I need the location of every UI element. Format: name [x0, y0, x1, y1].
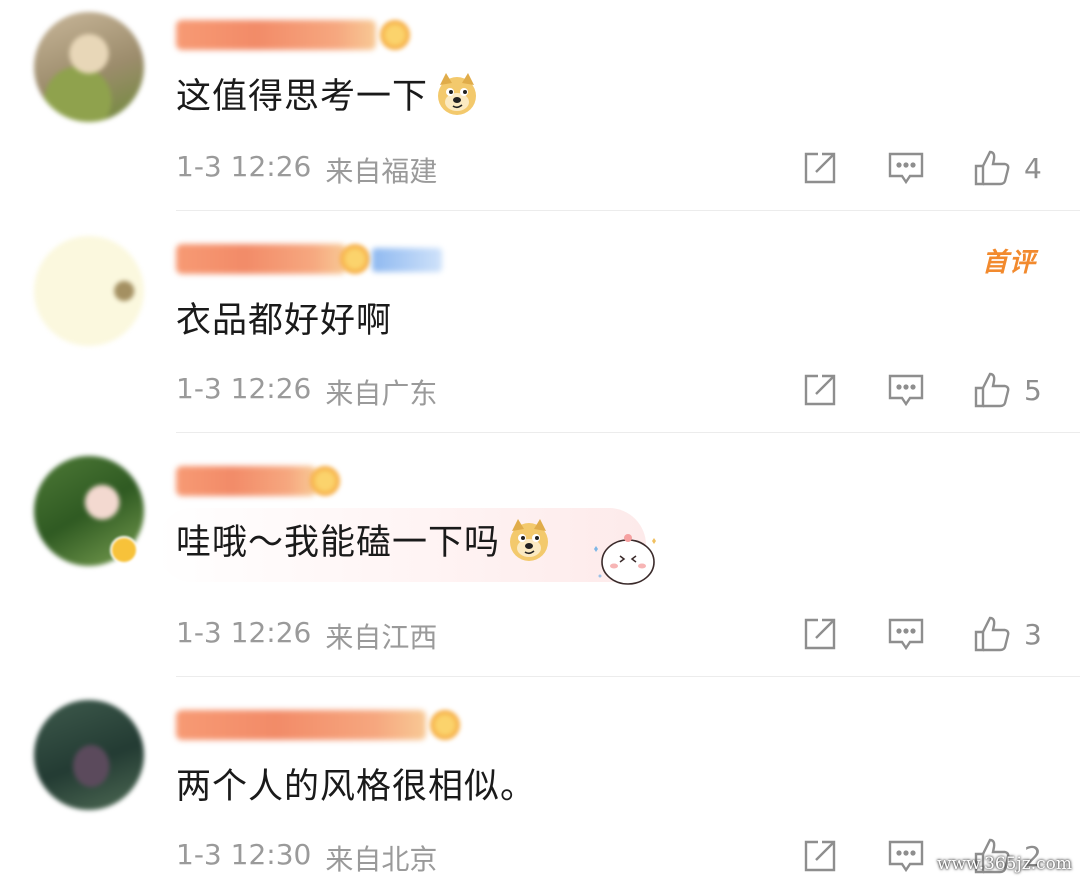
like-button[interactable]: 3 — [972, 612, 1042, 656]
comment-meta: 1-3 12:30 来自北京 — [176, 838, 437, 878]
share-button[interactable] — [800, 368, 840, 412]
user-badge-icon — [310, 466, 340, 496]
like-button[interactable]: 4 — [972, 146, 1042, 190]
comment-time: 1-3 12:26 — [176, 372, 312, 405]
avatar[interactable] — [34, 700, 144, 810]
comment-location: 来自福建 — [325, 155, 438, 188]
username-blurred[interactable] — [176, 466, 316, 496]
comment-text: 哇哦～我能磕一下吗 — [176, 514, 552, 565]
divider — [176, 210, 1080, 211]
comment-icon — [888, 840, 924, 873]
user-tag-blurred — [372, 248, 442, 272]
user-badge-icon — [340, 244, 370, 274]
like-count: 5 — [1024, 373, 1042, 407]
comment-actions: 3 — [800, 612, 1060, 656]
thumbs-up-icon — [974, 616, 1010, 652]
doge-emoji-icon — [438, 72, 477, 115]
share-button[interactable] — [800, 834, 840, 878]
comment-meta: 1-3 12:26 来自江西 — [176, 616, 437, 656]
share-icon — [804, 374, 836, 406]
comment-meta: 1-3 12:26 来自福建 — [176, 150, 437, 190]
username-blurred[interactable] — [176, 244, 346, 274]
comment-location: 来自北京 — [325, 843, 438, 876]
user-badge-icon — [430, 710, 460, 740]
comment-actions: 4 — [800, 146, 1060, 190]
comment-icon — [888, 152, 924, 185]
watermark: www.365jz.com — [937, 854, 1072, 874]
comment-time: 1-3 12:26 — [176, 616, 312, 649]
reply-button[interactable] — [886, 612, 926, 656]
comment-text: 这值得思考一下 — [176, 68, 480, 119]
avatar[interactable] — [34, 236, 144, 346]
username-blurred[interactable] — [176, 710, 426, 740]
comment-meta: 1-3 12:26 来自广东 — [176, 372, 437, 412]
share-button[interactable] — [800, 146, 840, 190]
username-blurred[interactable] — [176, 20, 376, 50]
comment-actions: 5 — [800, 368, 1060, 412]
comment-location: 来自广东 — [325, 377, 438, 410]
bubble-sticker-icon — [594, 534, 656, 585]
avatar[interactable] — [34, 12, 144, 122]
reply-button[interactable] — [886, 368, 926, 412]
thumbs-up-icon — [974, 150, 1010, 186]
share-button[interactable] — [800, 612, 840, 656]
reply-button[interactable] — [886, 834, 926, 878]
like-button[interactable]: 5 — [972, 368, 1042, 412]
share-icon — [804, 152, 836, 184]
comment-icon — [888, 374, 924, 407]
divider — [176, 676, 1080, 677]
user-badge-icon — [380, 20, 410, 50]
divider — [176, 432, 1080, 433]
comment-location: 来自江西 — [325, 621, 438, 654]
share-icon — [804, 618, 836, 650]
comment-time: 1-3 12:26 — [176, 150, 312, 183]
like-count: 3 — [1024, 617, 1042, 651]
comment-time: 1-3 12:30 — [176, 838, 312, 871]
share-icon — [804, 840, 836, 872]
comment-icon — [888, 618, 924, 651]
thumbs-up-icon — [974, 372, 1010, 408]
like-count: 4 — [1024, 151, 1042, 185]
doge-emoji-icon — [510, 518, 549, 561]
comment-text: 两个人的风格很相似。 — [176, 767, 537, 807]
first-comment-badge: 首评 — [981, 248, 1036, 278]
comment-text: 衣品都好好啊 — [176, 301, 393, 341]
reply-button[interactable] — [886, 146, 926, 190]
